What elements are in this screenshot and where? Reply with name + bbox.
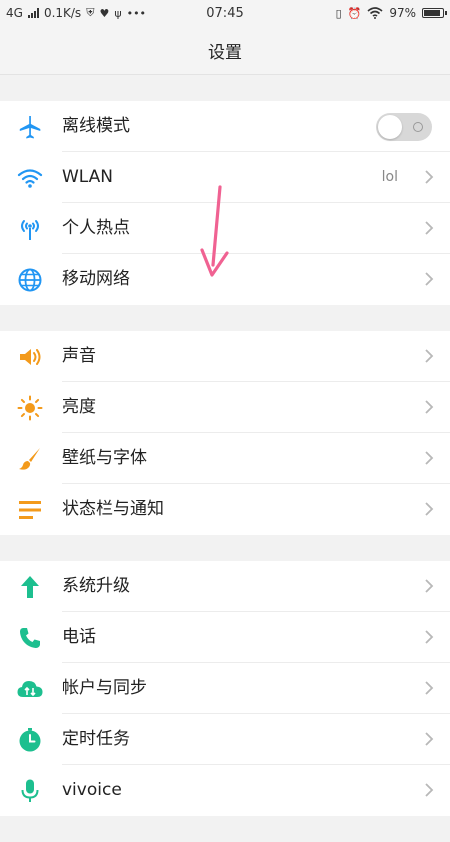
chevron-right-icon (425, 579, 434, 593)
page-header: 设置 (0, 26, 450, 75)
setting-label: WLAN (62, 167, 114, 187)
toggle-off-indicator (413, 122, 423, 132)
chevron-right-icon (425, 272, 434, 286)
setting-label: 壁纸与字体 (62, 448, 147, 468)
alarm-icon: ⏰ (347, 6, 362, 20)
setting-wallpaper-font[interactable]: 壁纸与字体 (0, 433, 450, 484)
wlan-network-name: lol (381, 169, 398, 185)
setting-sound[interactable]: 声音 (0, 331, 450, 382)
chevron-right-icon (425, 349, 434, 363)
upgrade-arrow-icon (16, 574, 44, 600)
settings-group-display: 声音 亮度 壁纸与字体 状态栏与通知 (0, 331, 450, 535)
globe-icon (16, 267, 44, 293)
setting-label: 电话 (62, 627, 96, 647)
setting-airplane-mode[interactable]: 离线模式 (0, 101, 450, 152)
sun-icon (16, 395, 44, 421)
setting-hotspot[interactable]: 个人热点 (0, 203, 450, 254)
setting-label: 帐户与同步 (62, 678, 147, 698)
setting-scheduled-tasks[interactable]: 定时任务 (0, 714, 450, 765)
timer-icon (16, 727, 44, 753)
airplane-mode-toggle[interactable] (376, 113, 432, 141)
settings-group-system: 系统升级 电话 帐户与同步 定时任务 vivoice (0, 561, 450, 816)
cloud-sync-icon (16, 676, 44, 702)
status-right: ▯ ⏰ 97% (335, 0, 447, 26)
setting-label: 亮度 (62, 397, 96, 417)
battery-percent: 97% (389, 6, 416, 20)
wifi-status-icon (367, 7, 383, 19)
wifi-icon (16, 165, 44, 191)
vibrate-icon: ▯ (335, 6, 342, 20)
list-icon (16, 497, 44, 523)
chevron-right-icon (425, 502, 434, 516)
setting-label: 声音 (62, 346, 96, 366)
setting-label: 离线模式 (62, 116, 130, 136)
chevron-right-icon (425, 221, 434, 235)
setting-label: 个人热点 (62, 218, 130, 238)
setting-mobile-network[interactable]: 移动网络 (0, 254, 450, 305)
chevron-right-icon (425, 630, 434, 644)
brush-icon (16, 446, 44, 472)
setting-wlan[interactable]: WLAN lol (0, 152, 450, 203)
setting-label: 状态栏与通知 (62, 499, 164, 519)
setting-system-upgrade[interactable]: 系统升级 (0, 561, 450, 612)
status-bar: 4G 0.1K/s ⛨ ♥ ψ ••• 07:45 ▯ ⏰ 97% (0, 0, 450, 26)
page-title: 设置 (208, 42, 242, 63)
hotspot-icon (16, 216, 44, 242)
setting-label: 移动网络 (62, 269, 130, 289)
setting-brightness[interactable]: 亮度 (0, 382, 450, 433)
settings-group-connectivity: 离线模式 WLAN lol 个人热点 移动网络 (0, 101, 450, 305)
battery-icon (422, 8, 447, 18)
chevron-right-icon (425, 783, 434, 797)
settings-list: 离线模式 WLAN lol 个人热点 移动网络 声音 亮度 壁纸与字体 状态栏与… (0, 101, 450, 842)
setting-label: vivoice (62, 780, 122, 800)
chevron-right-icon (425, 681, 434, 695)
setting-statusbar-notifications[interactable]: 状态栏与通知 (0, 484, 450, 535)
setting-vivoice[interactable]: vivoice (0, 765, 450, 816)
toggle-knob (378, 115, 402, 139)
chevron-right-icon (425, 732, 434, 746)
microphone-icon (16, 778, 44, 804)
airplane-icon (16, 114, 44, 140)
speaker-icon (16, 344, 44, 370)
phone-icon (16, 625, 44, 651)
setting-label: 定时任务 (62, 729, 130, 749)
setting-accounts-sync[interactable]: 帐户与同步 (0, 663, 450, 714)
chevron-right-icon (425, 451, 434, 465)
setting-label: 系统升级 (62, 576, 130, 596)
chevron-right-icon (425, 400, 434, 414)
setting-phone[interactable]: 电话 (0, 612, 450, 663)
chevron-right-icon (425, 170, 434, 184)
